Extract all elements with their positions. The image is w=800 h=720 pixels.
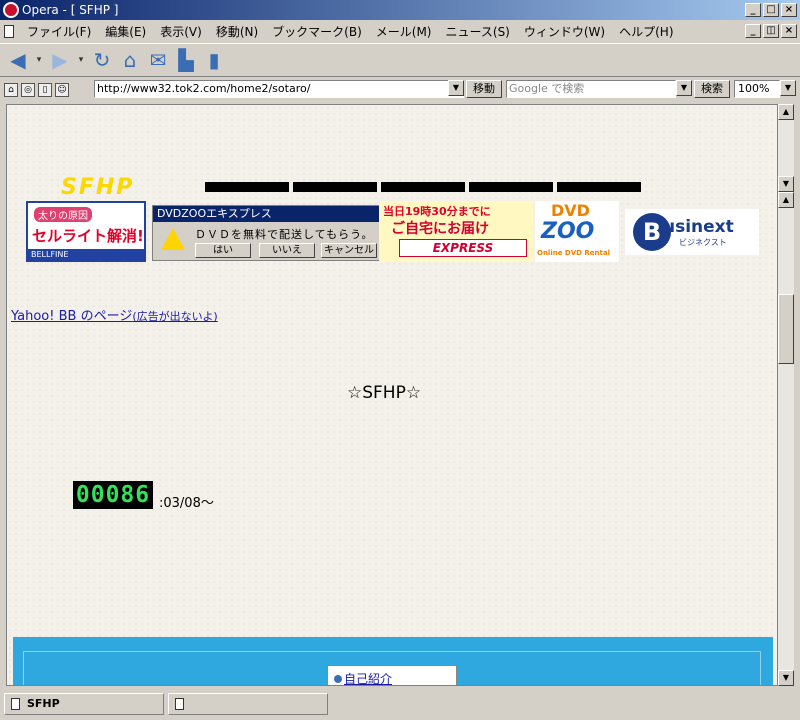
url-input[interactable]: http://www32.tok2.com/home2/sotaro/ [94,80,464,98]
back-dropdown-icon[interactable]: ▾ [34,48,44,72]
scroll-mid-up-button[interactable]: ▲ [778,192,794,208]
menu-bookmarks[interactable]: ブックマーク(B) [265,23,369,40]
dialog-cancel-button[interactable]: キャンセル [321,243,377,258]
bellfine-ad[interactable]: 太りの原因 セルライト解消! BELLFINE [26,201,146,262]
dialog-yes-button[interactable]: はい [195,243,251,258]
forward-icon[interactable]: ▶ [48,48,72,72]
ad-line1: 当日19時30分までに [383,205,491,218]
window-title: Opera - [ SFHP ] [22,3,119,17]
reload-icon[interactable]: ↻ [90,48,114,72]
vertical-scrollbar[interactable]: ▲ ▼ ▲ ▼ [778,104,794,686]
tab-sfhp[interactable]: SFHP [4,693,164,715]
menu-mail[interactable]: メール(M) [369,23,439,40]
dialog-caption: DVDZOOエキスプレス [153,206,379,222]
sfhp-logo: SFHP [61,175,135,200]
ad-zoo-label: ZOO [541,219,595,244]
profile-link-text[interactable]: 自己紹介 [344,672,392,685]
menu-window[interactable]: ウィンドウ(W) [517,23,612,40]
tab-page-icon [175,698,184,710]
forward-dropdown-icon[interactable]: ▾ [76,48,86,72]
menu-edit[interactable]: 編集(E) [98,23,153,40]
ad-brand: BELLFINE [28,249,144,260]
page-info-icon[interactable]: ▯ [38,83,52,97]
document-icon [4,24,14,38]
opera-icon[interactable] [3,2,19,18]
camera-icon[interactable]: ◎ [21,83,35,97]
businext-name: usinext [663,217,734,237]
ad-headline: セルライト解消! [32,227,144,245]
ad-dvd-label: DVD [551,201,590,220]
mdi-minimize-button[interactable]: _ [745,24,761,38]
yahoo-link-text[interactable]: Yahoo! BB のページ [11,309,132,324]
mdi-restore-button[interactable]: ◫ [763,24,779,38]
print-icon[interactable]: ▙ [174,48,198,72]
back-icon[interactable]: ◀ [6,48,30,72]
menu-navigate[interactable]: 移動(N) [209,23,265,40]
dvdzoo-dialog-ad[interactable]: DVDZOOエキスプレス ＤＶＤを無料で配送してもらう。 はい いいえ キャンセ… [152,205,380,261]
dvdzoo-ad[interactable]: DVD ZOO Online DVD Rental [535,201,619,262]
bullet-icon [334,675,342,683]
menu-view[interactable]: 表示(V) [153,23,209,40]
scroll-up-button[interactable]: ▲ [778,104,794,120]
minimize-button[interactable]: _ [745,3,761,17]
ad-tagline: Online DVD Rental [537,249,610,257]
search-dropdown-icon[interactable]: ▼ [676,80,692,96]
scroll-thumb[interactable] [778,294,794,364]
warning-icon [161,228,185,250]
hotlist-icon[interactable]: ✉ [146,48,170,72]
page-title: ☆SFHP☆ [347,383,422,403]
menu-help[interactable]: ヘルプ(H) [612,23,680,40]
page-icon[interactable]: ▮ [202,48,226,72]
businext-kana: ビジネクスト [679,238,727,247]
page-content: SFHP 太りの原因 セルライト解消! BELLFINE DVDZOOエキスプレ… [6,104,778,686]
ad-pill: 太りの原因 [34,207,92,222]
go-button[interactable]: 移動 [466,80,502,98]
address-bar: ⌂ ◎ ▯ ☺ http://www32.tok2.com/home2/sota… [0,78,800,102]
dialog-no-button[interactable]: いいえ [259,243,315,258]
yahoo-bb-link[interactable]: Yahoo! BB のページ(広告が出ないよ) [11,305,218,324]
mdi-close-button[interactable]: × [781,24,797,38]
yahoo-link-note[interactable]: (広告が出ないよ) [132,310,217,323]
menu-box: 自己紹介 [327,665,457,685]
security-icon[interactable]: ⌂ [4,83,18,97]
nav-strip-1[interactable] [205,182,289,192]
dialog-message: ＤＶＤを無料で配送してもらう。 [195,228,374,241]
businext-ad[interactable]: B usinext ビジネクスト [625,209,759,255]
scroll-down-button[interactable]: ▼ [778,670,794,686]
zoom-dropdown-icon[interactable]: ▼ [780,80,796,96]
express-ad[interactable]: 当日19時30分までに ご自宅にお届け EXPRESS [379,201,533,262]
url-dropdown-icon[interactable]: ▼ [448,80,464,96]
home-icon[interactable]: ⌂ [118,48,142,72]
search-input[interactable]: Google で検索 [506,80,676,98]
nav-strip-4[interactable] [469,182,553,192]
tab-page-icon [11,698,20,710]
ad-line3: EXPRESS [399,239,527,257]
zoom-select[interactable]: 100% [734,80,780,98]
maximize-button[interactable]: □ [763,3,779,17]
close-button[interactable]: × [781,3,797,17]
title-bar: Opera - [ SFHP ] _ □ × [0,0,800,20]
tab-empty[interactable] [168,693,328,715]
menu-file[interactable]: ファイル(F) [20,23,98,40]
status-bar: SFHP [0,688,800,720]
menu-bar: ファイル(F) 編集(E) 表示(V) 移動(N) ブックマーク(B) メール(… [0,20,800,42]
search-button[interactable]: 検索 [694,80,730,98]
navigation-toolbar: ◀ ▾ ▶ ▾ ↻ ⌂ ✉ ▙ ▮ [0,43,800,77]
access-counter: 00086 [73,481,153,509]
nav-strip-3[interactable] [381,182,465,192]
nav-strip-5[interactable] [557,182,641,192]
tab-title: SFHP [27,697,60,710]
ad-line2: ご自宅にお届け [391,221,489,237]
profile-link[interactable]: 自己紹介 [334,670,392,685]
since-date: :03/08〜 [159,496,214,511]
scroll-mid-button[interactable]: ▼ [778,176,794,192]
user-icon[interactable]: ☺ [55,83,69,97]
menu-news[interactable]: ニュース(S) [438,23,516,40]
nav-strip-2[interactable] [293,182,377,192]
